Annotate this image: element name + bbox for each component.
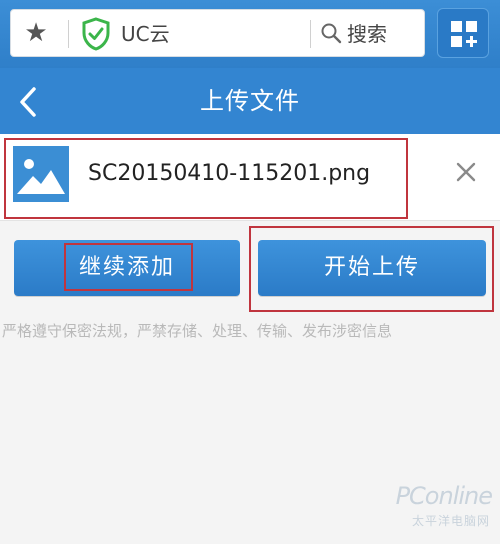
watermark-logo: PConline 太平洋电脑网 [392, 482, 496, 538]
search-icon[interactable] [320, 22, 342, 44]
watermark-sub: 太平洋电脑网 [411, 514, 490, 528]
address-bar[interactable]: ★ UC云 搜索 [10, 9, 425, 57]
shield-check-icon [82, 17, 110, 51]
file-list-item: SC20150410-115201.png [0, 134, 500, 220]
search-divider [310, 20, 311, 48]
continue-add-button[interactable]: 继续添加 [14, 240, 240, 296]
address-label[interactable]: UC云 [121, 10, 170, 58]
chevron-left-icon[interactable] [16, 86, 40, 118]
divider [0, 220, 500, 221]
page-title: 上传文件 [200, 87, 300, 115]
star-icon[interactable]: ★ [21, 18, 51, 48]
close-icon[interactable] [452, 158, 480, 186]
start-upload-button[interactable]: 开始上传 [258, 240, 486, 296]
image-icon [17, 159, 65, 194]
apps-button[interactable] [437, 8, 489, 58]
address-divider [68, 20, 69, 48]
browser-toolbar: ★ UC云 搜索 [0, 0, 500, 68]
watermark-brand: PConline [395, 482, 493, 510]
apps-grid-icon [451, 21, 477, 47]
file-thumbnail [13, 146, 69, 202]
security-notice: 严格遵守保密法规，严禁存储、处理、传输、发布涉密信息 [2, 322, 393, 340]
search-label[interactable]: 搜索 [347, 10, 387, 58]
page-header: 上传文件 [0, 68, 500, 134]
file-name: SC20150410-115201.png [88, 161, 371, 186]
